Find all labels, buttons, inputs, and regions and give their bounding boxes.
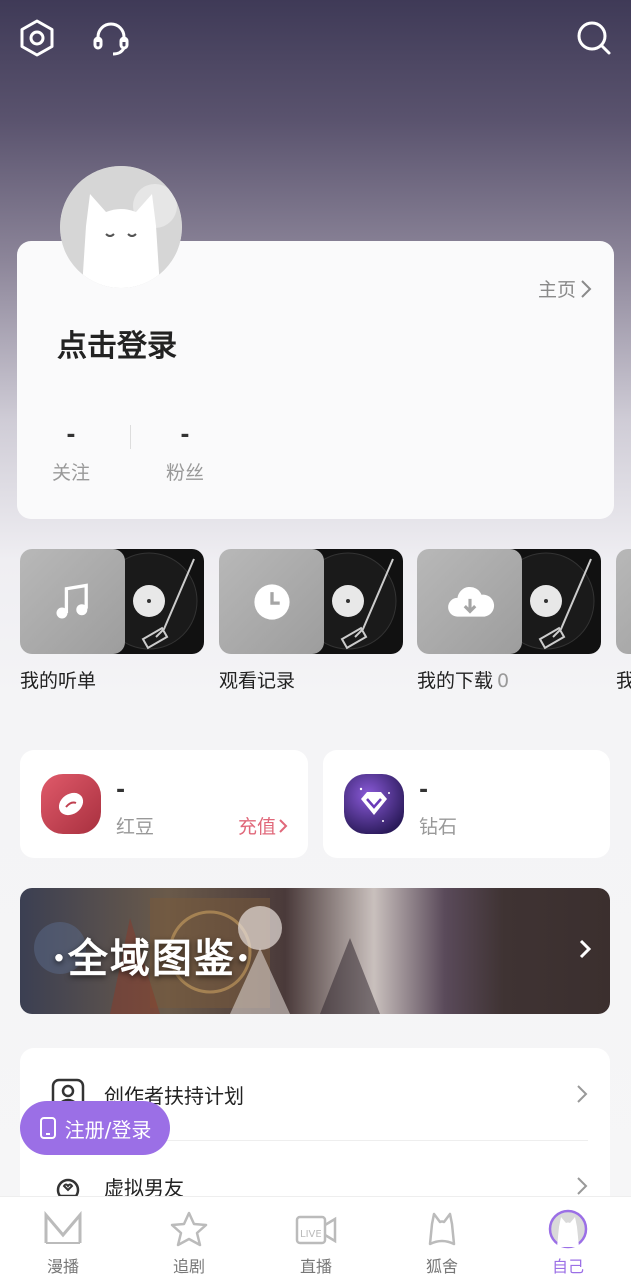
partial-item: [616, 549, 631, 654]
chevron-right-icon: [279, 818, 288, 833]
stat-fans[interactable]: - 粉丝: [145, 423, 225, 485]
register-login-button[interactable]: 注册/登录: [20, 1101, 170, 1155]
stat-fans-value: -: [180, 423, 190, 448]
bean-label: 红豆: [116, 816, 155, 838]
tab-drama[interactable]: 追剧: [149, 1209, 229, 1277]
bottom-tab-bar: 漫播 追剧 LIVE 直播 狐舍 自己: [0, 1196, 631, 1281]
quick-link-playlist[interactable]: 我的听单: [20, 549, 204, 693]
tab-label: 追剧: [172, 1257, 205, 1276]
tab-manbo[interactable]: 漫播: [23, 1209, 103, 1277]
avatar[interactable]: [60, 166, 182, 288]
search-icon[interactable]: [574, 18, 614, 58]
quick-link-partial[interactable]: 我: [616, 549, 631, 693]
stat-following[interactable]: - 关注: [31, 423, 111, 485]
quick-link-history[interactable]: 观看记录: [219, 549, 403, 693]
home-link-label: 主页: [537, 279, 576, 301]
quick-link-downloads-label: 我的下载: [417, 670, 494, 692]
quick-link-downloads[interactable]: 我的下载 0: [417, 549, 601, 693]
diamond-value: -: [419, 778, 429, 803]
music-note-icon: [20, 549, 125, 654]
stat-fans-label: 粉丝: [165, 462, 204, 484]
wallet-diamond-card[interactable]: - 钻石: [323, 750, 610, 858]
phone-icon: [39, 1117, 56, 1139]
tab-label: 狐舍: [425, 1257, 458, 1276]
headset-icon[interactable]: [91, 18, 131, 58]
live-icon: LIVE: [276, 1209, 356, 1249]
diamond-label: 钻石: [419, 816, 458, 838]
tab-me[interactable]: 自己: [528, 1209, 608, 1277]
quick-link-partial-label: 我: [616, 670, 631, 692]
home-link[interactable]: 主页: [538, 275, 592, 302]
red-bean-icon: [40, 773, 102, 835]
stat-following-value: -: [66, 423, 76, 448]
fox-icon: [402, 1209, 482, 1249]
chevron-right-icon: [578, 938, 592, 964]
tab-live[interactable]: LIVE 直播: [276, 1209, 356, 1277]
avatar-icon: [528, 1209, 608, 1249]
diamond-icon: [343, 773, 405, 835]
m-logo-icon: [23, 1209, 103, 1249]
stat-divider: [130, 425, 131, 449]
stat-following-label: 关注: [51, 462, 90, 484]
downloads-count: 0: [497, 670, 510, 692]
login-prompt[interactable]: 点击登录: [57, 321, 177, 365]
tab-label: 直播: [299, 1257, 332, 1276]
clock-icon: [219, 549, 324, 654]
quick-links: 我的听单 观看记录 我的下载 0 我: [20, 549, 631, 699]
recharge-button[interactable]: 充值: [238, 812, 288, 839]
quick-link-playlist-label: 我的听单: [20, 670, 97, 692]
atlas-banner[interactable]: ·全域图鉴·: [20, 888, 610, 1014]
cloud-download-icon: [417, 549, 522, 654]
register-login-label: 注册/登录: [64, 1117, 152, 1142]
chevron-right-icon: [581, 279, 592, 298]
tab-label: 漫播: [46, 1257, 79, 1276]
bean-value: -: [116, 778, 126, 803]
wallet-bean-card[interactable]: - 红豆 充值: [20, 750, 308, 858]
chevron-right-icon: [577, 1085, 588, 1103]
tab-label: 自己: [551, 1257, 584, 1276]
banner-title: ·全域图鉴·: [52, 935, 252, 982]
quick-link-history-label: 观看记录: [219, 670, 296, 692]
svg-text:LIVE: LIVE: [300, 1229, 322, 1240]
star-icon: [149, 1209, 229, 1249]
tab-fox-house[interactable]: 狐舍: [402, 1209, 482, 1277]
recharge-label: 充值: [237, 816, 276, 838]
settings-hex-icon[interactable]: [17, 18, 57, 58]
chevron-right-icon: [577, 1177, 588, 1195]
